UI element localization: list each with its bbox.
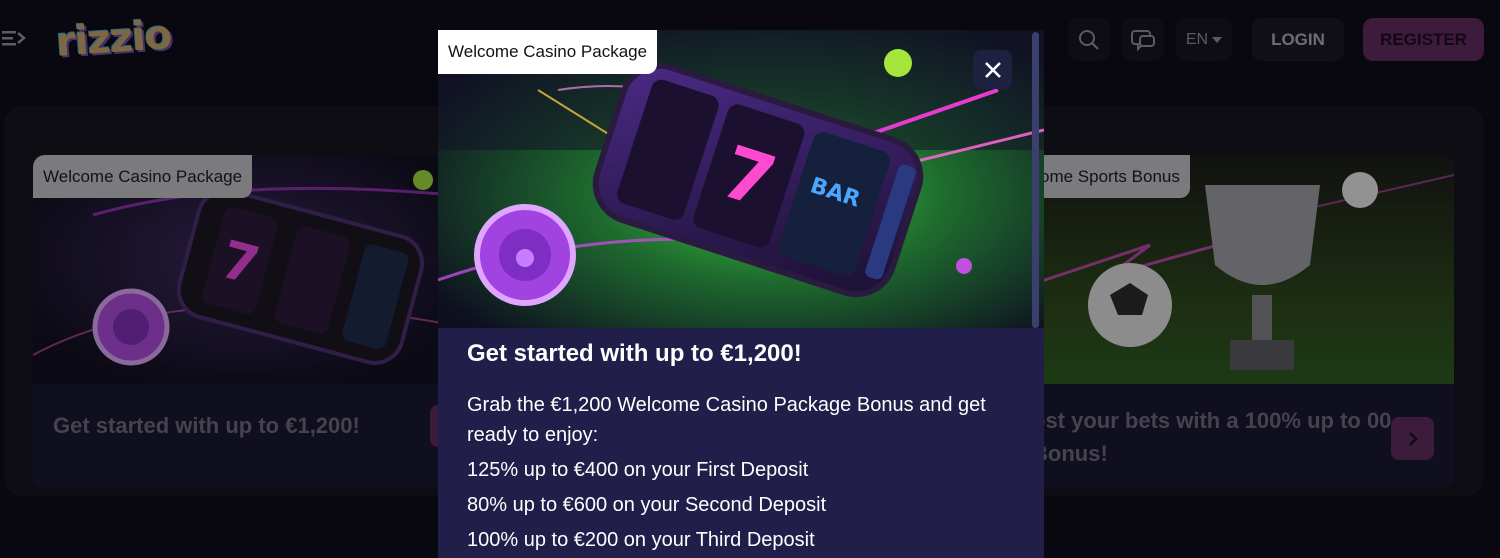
modal-slot-illustration: 7 BAR bbox=[438, 30, 1044, 328]
modal-scrollbar[interactable] bbox=[1032, 32, 1039, 328]
modal-badge: Welcome Casino Package bbox=[438, 30, 658, 74]
page: rizzio EN LOGIN REGISTER 7 Welcome Casin… bbox=[0, 0, 1500, 558]
promo-modal: 7 BAR Welcome Casino Package Get started… bbox=[438, 30, 1044, 558]
modal-body: Grab the €1,200 Welcome Casino Package B… bbox=[467, 390, 1012, 558]
close-icon bbox=[984, 61, 1001, 78]
deposit-line: 80% up to €600 on your Second Deposit bbox=[467, 494, 827, 516]
modal-title: Get started with up to €1,200! bbox=[467, 340, 802, 367]
close-button[interactable] bbox=[973, 50, 1012, 89]
modal-intro: Grab the €1,200 Welcome Casino Package B… bbox=[467, 394, 986, 446]
deposit-line: 125% up to €400 on your First Deposit bbox=[467, 459, 809, 481]
deposit-line: 100% up to €200 on your Third Deposit bbox=[467, 529, 815, 551]
